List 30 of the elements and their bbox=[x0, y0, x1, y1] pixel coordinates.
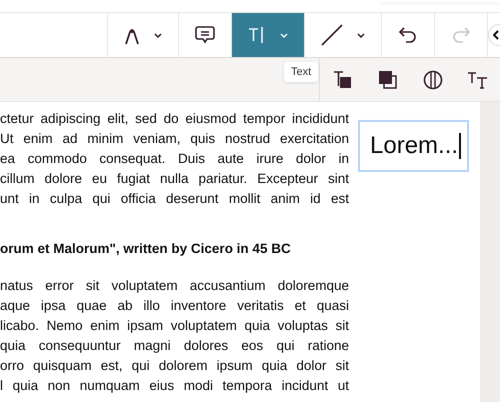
text-line: Ut enim ad minim veniam, quis nostrud exercitation bbox=[0, 130, 349, 148]
tooltip: Text bbox=[284, 62, 318, 82]
undo-icon bbox=[398, 26, 418, 44]
text-line: quia consequuntur magni dolores eos qui ratione bbox=[0, 337, 349, 355]
text-line: ea commodo consequat. Duis aute irure dolor in bbox=[0, 150, 349, 168]
text-cursor bbox=[459, 133, 461, 159]
text-cursor-icon bbox=[248, 26, 266, 44]
text-tool-button[interactable] bbox=[232, 13, 305, 57]
text-line: unt in culpa qui officia deserunt mollit anim id est bbox=[0, 190, 349, 208]
text-line: ctetur adipiscing elit, sed do eiusmod tempor incididunt bbox=[0, 110, 349, 128]
text-box[interactable]: Lorem... bbox=[358, 120, 469, 172]
section-heading: orum et Malorum", written by Cicero in 45 BC bbox=[0, 240, 292, 258]
text-background-icon bbox=[332, 70, 352, 90]
text-line: l quia non numquam eius modi tempora incidunt ut bbox=[0, 377, 349, 395]
line-icon bbox=[321, 24, 343, 46]
text-size-icon bbox=[466, 70, 488, 88]
text-line: cillum dolore eu fugiat nulla pariatur. Excepteur sint bbox=[0, 170, 349, 188]
chevron-left-icon bbox=[493, 30, 499, 40]
text-box-value: Lorem... bbox=[370, 132, 458, 160]
caret-icon bbox=[154, 32, 162, 38]
comment-icon bbox=[195, 26, 215, 44]
text-line: aque ipsa quae ab illo inventore veritatis et quasi bbox=[0, 297, 349, 315]
caret-icon bbox=[357, 32, 365, 38]
fill-color-icon bbox=[378, 70, 398, 90]
contrast-icon bbox=[422, 70, 442, 90]
redo-icon bbox=[451, 26, 471, 44]
caret-icon bbox=[280, 32, 288, 38]
text-line: orro quisquam est, qui dolorem ipsum quia dolor sit bbox=[0, 357, 349, 375]
text-line: natus error sit voluptatem accusantium doloremque bbox=[0, 277, 349, 295]
text-line: licabo. Nemo enim ipsam voluptatem quia voluptas sit bbox=[0, 317, 349, 335]
